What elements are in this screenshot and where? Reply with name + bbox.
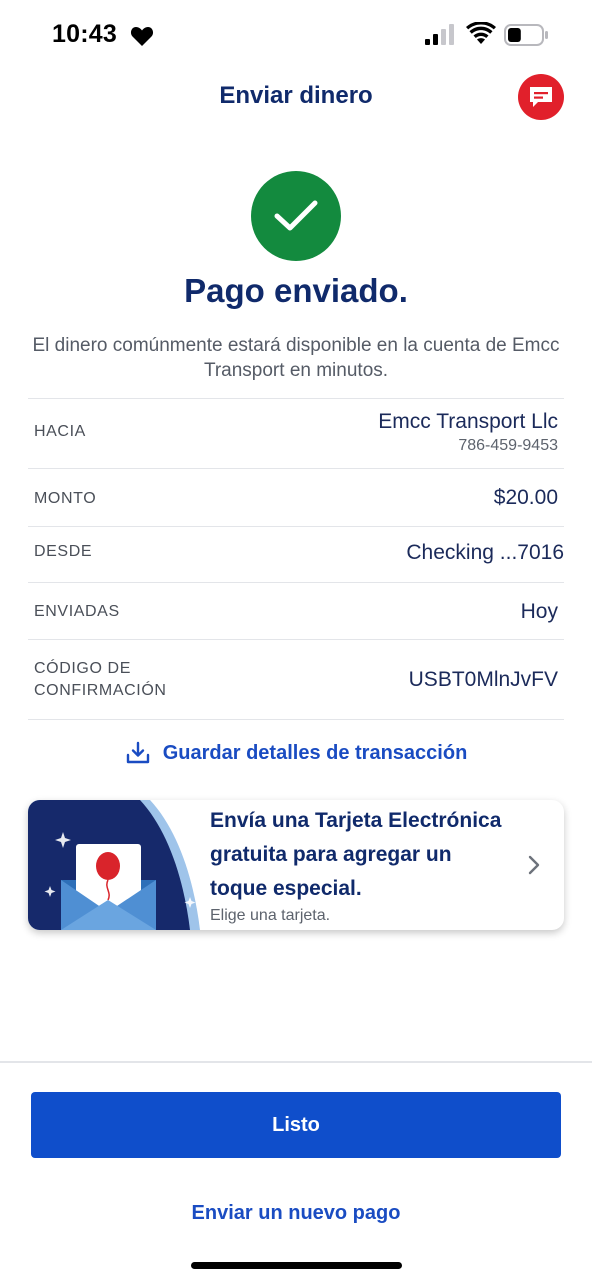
confirmation-label: CÓDIGO DE CONFIRMACIÓN (34, 660, 167, 699)
detail-row-sent: ENVIADAS Hoy (28, 582, 564, 639)
home-indicator (191, 1262, 402, 1269)
ecard-title: Envía una Tarjeta Electrónica gratuita p… (210, 809, 502, 900)
chat-button[interactable] (518, 74, 564, 120)
sent-label: ENVIADAS (34, 603, 120, 620)
new-payment-link[interactable]: Enviar un nuevo pago (0, 1202, 592, 1225)
done-button[interactable]: Listo (31, 1092, 561, 1158)
status-bar: 10:43 (0, 0, 592, 70)
amount-value: $20.00 (493, 486, 558, 509)
bottom-divider (0, 1061, 592, 1063)
download-icon (126, 741, 149, 764)
chevron-right-icon (528, 855, 540, 875)
save-details-link[interactable]: Guardar detalles de transacción (0, 740, 592, 766)
checkmark-icon (274, 200, 318, 231)
chat-icon (530, 87, 552, 107)
page-title: Enviar dinero (219, 82, 373, 109)
recipient-phone: 786-459-9453 (458, 437, 558, 454)
amount-label: MONTO (34, 490, 97, 507)
success-title: Pago enviado. (184, 272, 408, 309)
signal-icon (425, 24, 454, 45)
from-value: Checking ...7016 (406, 541, 564, 564)
status-time: 10:43 (52, 20, 117, 48)
ecard-promo[interactable]: Envía una Tarjeta Electrónica gratuita p… (28, 800, 564, 930)
from-label: DESDE (34, 543, 93, 560)
detail-row-from: DESDE Checking ...7016 (28, 526, 564, 582)
detail-row-to: HACIA Emcc Transport Llc 786-459-9453 (28, 398, 564, 468)
ecard-subtitle: Elige una tarjeta. (210, 907, 331, 924)
success-description: El dinero comúnmente estará disponible e… (32, 335, 560, 381)
success-check (251, 171, 341, 261)
sent-value: Hoy (520, 600, 558, 623)
to-label: HACIA (34, 423, 86, 440)
detail-row-amount: MONTO $20.00 (28, 468, 564, 526)
confirmation-value: USBT0MlnJvFV (408, 668, 558, 691)
battery-icon (504, 24, 548, 46)
wifi-icon (466, 22, 496, 44)
save-details-label: Guardar detalles de transacción (162, 741, 468, 764)
envelope-balloon-illustration (28, 800, 200, 930)
heart-icon (130, 27, 154, 46)
detail-row-confirmation: CÓDIGO DE CONFIRMACIÓN USBT0MlnJvFV (28, 639, 564, 720)
transaction-details: HACIA Emcc Transport Llc 786-459-9453 MO… (28, 398, 564, 720)
recipient-name: Emcc Transport Llc (378, 410, 558, 433)
